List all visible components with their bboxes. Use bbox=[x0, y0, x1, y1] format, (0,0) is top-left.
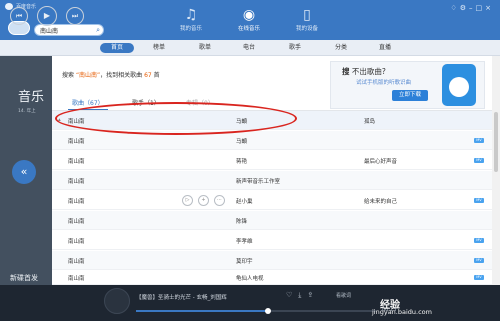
skin-icon[interactable]: ♢ bbox=[450, 4, 459, 12]
progress-fill bbox=[136, 310, 268, 312]
result-summary: 搜索 “南山南”，找到相关歌曲 67 首 bbox=[62, 70, 160, 79]
previous-icon[interactable]: ⏮ bbox=[10, 7, 28, 25]
back-arrow-icon[interactable]: « bbox=[12, 160, 36, 184]
play-button[interactable]: ▶ bbox=[37, 6, 57, 26]
settings-icon[interactable]: ⚙ bbox=[460, 4, 469, 12]
next-icon[interactable]: ⏭ bbox=[66, 7, 84, 25]
tab-my-music[interactable]: ♫ 我的音乐 bbox=[166, 6, 216, 32]
tab-label: 在线音乐 bbox=[237, 26, 260, 32]
left-panel-section-title: 新碟首发 bbox=[10, 274, 38, 282]
subnav-radio[interactable]: 电台 bbox=[232, 43, 266, 53]
mv-badge[interactable]: MV bbox=[474, 238, 484, 243]
song-album[interactable]: 孤岛 bbox=[364, 117, 375, 125]
phone-app-logo-icon bbox=[449, 77, 469, 97]
music-note-icon: ♫ bbox=[184, 7, 198, 23]
song-singer[interactable]: 李孝维 bbox=[236, 237, 253, 245]
row-actions: ▷ + ⋯ bbox=[182, 195, 227, 207]
subnav-home[interactable]: 首页 bbox=[100, 43, 134, 53]
album-disc[interactable] bbox=[104, 288, 130, 314]
mv-badge[interactable]: MV bbox=[474, 138, 484, 143]
subnav-charts[interactable]: 榜单 bbox=[142, 43, 176, 53]
window-controls: ♢⚙–□× bbox=[450, 4, 494, 12]
result-query: “南山南” bbox=[75, 72, 101, 79]
table-row[interactable]: 南山南 蒋艳 最后心好声音 MV bbox=[52, 151, 492, 170]
banner-line2: 试试手机版的听歌识曲 bbox=[356, 80, 412, 86]
sub-nav: 首页 榜单 歌单 电台 歌手 分类 直播 bbox=[0, 40, 500, 56]
song-singer[interactable]: 陈锋 bbox=[236, 217, 247, 225]
play-icon[interactable]: ▷ bbox=[182, 195, 193, 206]
search-icon[interactable]: ⌕ bbox=[96, 26, 100, 35]
globe-icon: ◉ bbox=[242, 7, 256, 23]
subnav-playlists[interactable]: 歌单 bbox=[188, 43, 222, 53]
search-input[interactable] bbox=[40, 26, 90, 35]
close-icon[interactable]: × bbox=[485, 4, 494, 12]
song-singer[interactable]: 龟仙人电视 bbox=[236, 274, 264, 282]
mv-badge[interactable]: MV bbox=[474, 258, 484, 263]
song-title[interactable]: 南山南 bbox=[68, 274, 85, 282]
song-album[interactable]: 给未来的自己 bbox=[364, 197, 397, 205]
song-title[interactable]: 南山南 bbox=[68, 197, 85, 205]
player-actions: ♡⤓⇪ bbox=[286, 291, 319, 300]
mv-badge[interactable]: MV bbox=[474, 275, 484, 280]
song-singer[interactable]: 赵小巢 bbox=[236, 197, 253, 205]
song-title[interactable]: 南山南 bbox=[68, 157, 85, 165]
result-prefix: 搜索 bbox=[62, 72, 75, 79]
maximize-icon[interactable]: □ bbox=[476, 4, 486, 12]
table-row[interactable]: 南山南 ▷ + ⋯ 赵小巢 给未来的自己 MV bbox=[52, 191, 492, 210]
like-icon[interactable]: ♡ bbox=[286, 291, 298, 299]
mv-badge[interactable]: MV bbox=[474, 198, 484, 203]
tab-label: 我的音乐 bbox=[179, 26, 202, 32]
more-icon[interactable]: ⋯ bbox=[214, 195, 225, 206]
song-singer[interactable]: 蒋艳 bbox=[236, 157, 247, 165]
song-title[interactable]: 南山南 bbox=[68, 177, 85, 185]
result-middle: ，找到相关歌曲 bbox=[100, 72, 143, 79]
song-title[interactable]: 南山南 bbox=[68, 217, 85, 225]
tab-online-music[interactable]: ◉ 在线音乐 bbox=[224, 6, 274, 32]
subnav-singers[interactable]: 歌手 bbox=[278, 43, 312, 53]
search-icon: 搜 bbox=[342, 67, 350, 76]
scrollbar-thumb[interactable] bbox=[494, 112, 498, 172]
table-row[interactable]: 南山南 马頔 MV bbox=[52, 131, 492, 150]
device-icon: ▯ bbox=[303, 7, 311, 23]
song-album[interactable]: 最后心好声音 bbox=[364, 157, 397, 165]
song-title[interactable]: 南山南 bbox=[68, 137, 85, 145]
table-row[interactable]: 南山南 莫印宇 MV bbox=[52, 251, 492, 270]
song-singer[interactable]: 莫印宇 bbox=[236, 257, 253, 265]
song-title[interactable]: 南山南 bbox=[68, 237, 85, 245]
banner-title: 搜 不出歌曲? bbox=[342, 66, 386, 77]
left-panel-subtitle: 14. 年上 bbox=[18, 109, 36, 114]
table-row[interactable]: 南山南 新声带音乐工作室 bbox=[52, 171, 492, 190]
highlight-annotation bbox=[55, 102, 297, 135]
share-icon[interactable]: ⇪ bbox=[307, 291, 319, 299]
watermark-url: jingyan.baidu.com bbox=[372, 308, 432, 316]
left-panel-title: 音乐 bbox=[18, 90, 45, 105]
result-count: 67 bbox=[144, 72, 152, 79]
song-singer[interactable]: 马頔 bbox=[236, 137, 247, 145]
now-playing-title: 【魔兽】圣骑士的光芒 - 玄畅_刘国辉 bbox=[136, 295, 227, 301]
lyrics-button[interactable]: 看歌词 bbox=[336, 292, 351, 299]
download-button[interactable]: 立即下载 bbox=[392, 90, 428, 101]
subnav-live[interactable]: 直播 bbox=[368, 43, 402, 53]
subnav-categories[interactable]: 分类 bbox=[324, 43, 358, 53]
tab-my-device[interactable]: ▯ 我的设备 bbox=[282, 6, 332, 32]
song-singer[interactable]: 新声带音乐工作室 bbox=[236, 177, 280, 185]
tab-label: 我的设备 bbox=[295, 26, 318, 32]
mv-badge[interactable]: MV bbox=[474, 158, 484, 163]
add-icon[interactable]: + bbox=[198, 195, 209, 206]
progress-handle[interactable] bbox=[265, 308, 271, 314]
table-row[interactable]: 南山南 龟仙人电视 MV bbox=[52, 271, 492, 285]
table-row[interactable]: 南山南 陈锋 bbox=[52, 211, 492, 230]
table-row[interactable]: 南山南 李孝维 MV bbox=[52, 231, 492, 250]
banner-line1: 不出歌曲? bbox=[351, 67, 386, 76]
result-suffix: 首 bbox=[153, 72, 160, 79]
song-title[interactable]: 南山南 bbox=[68, 257, 85, 265]
